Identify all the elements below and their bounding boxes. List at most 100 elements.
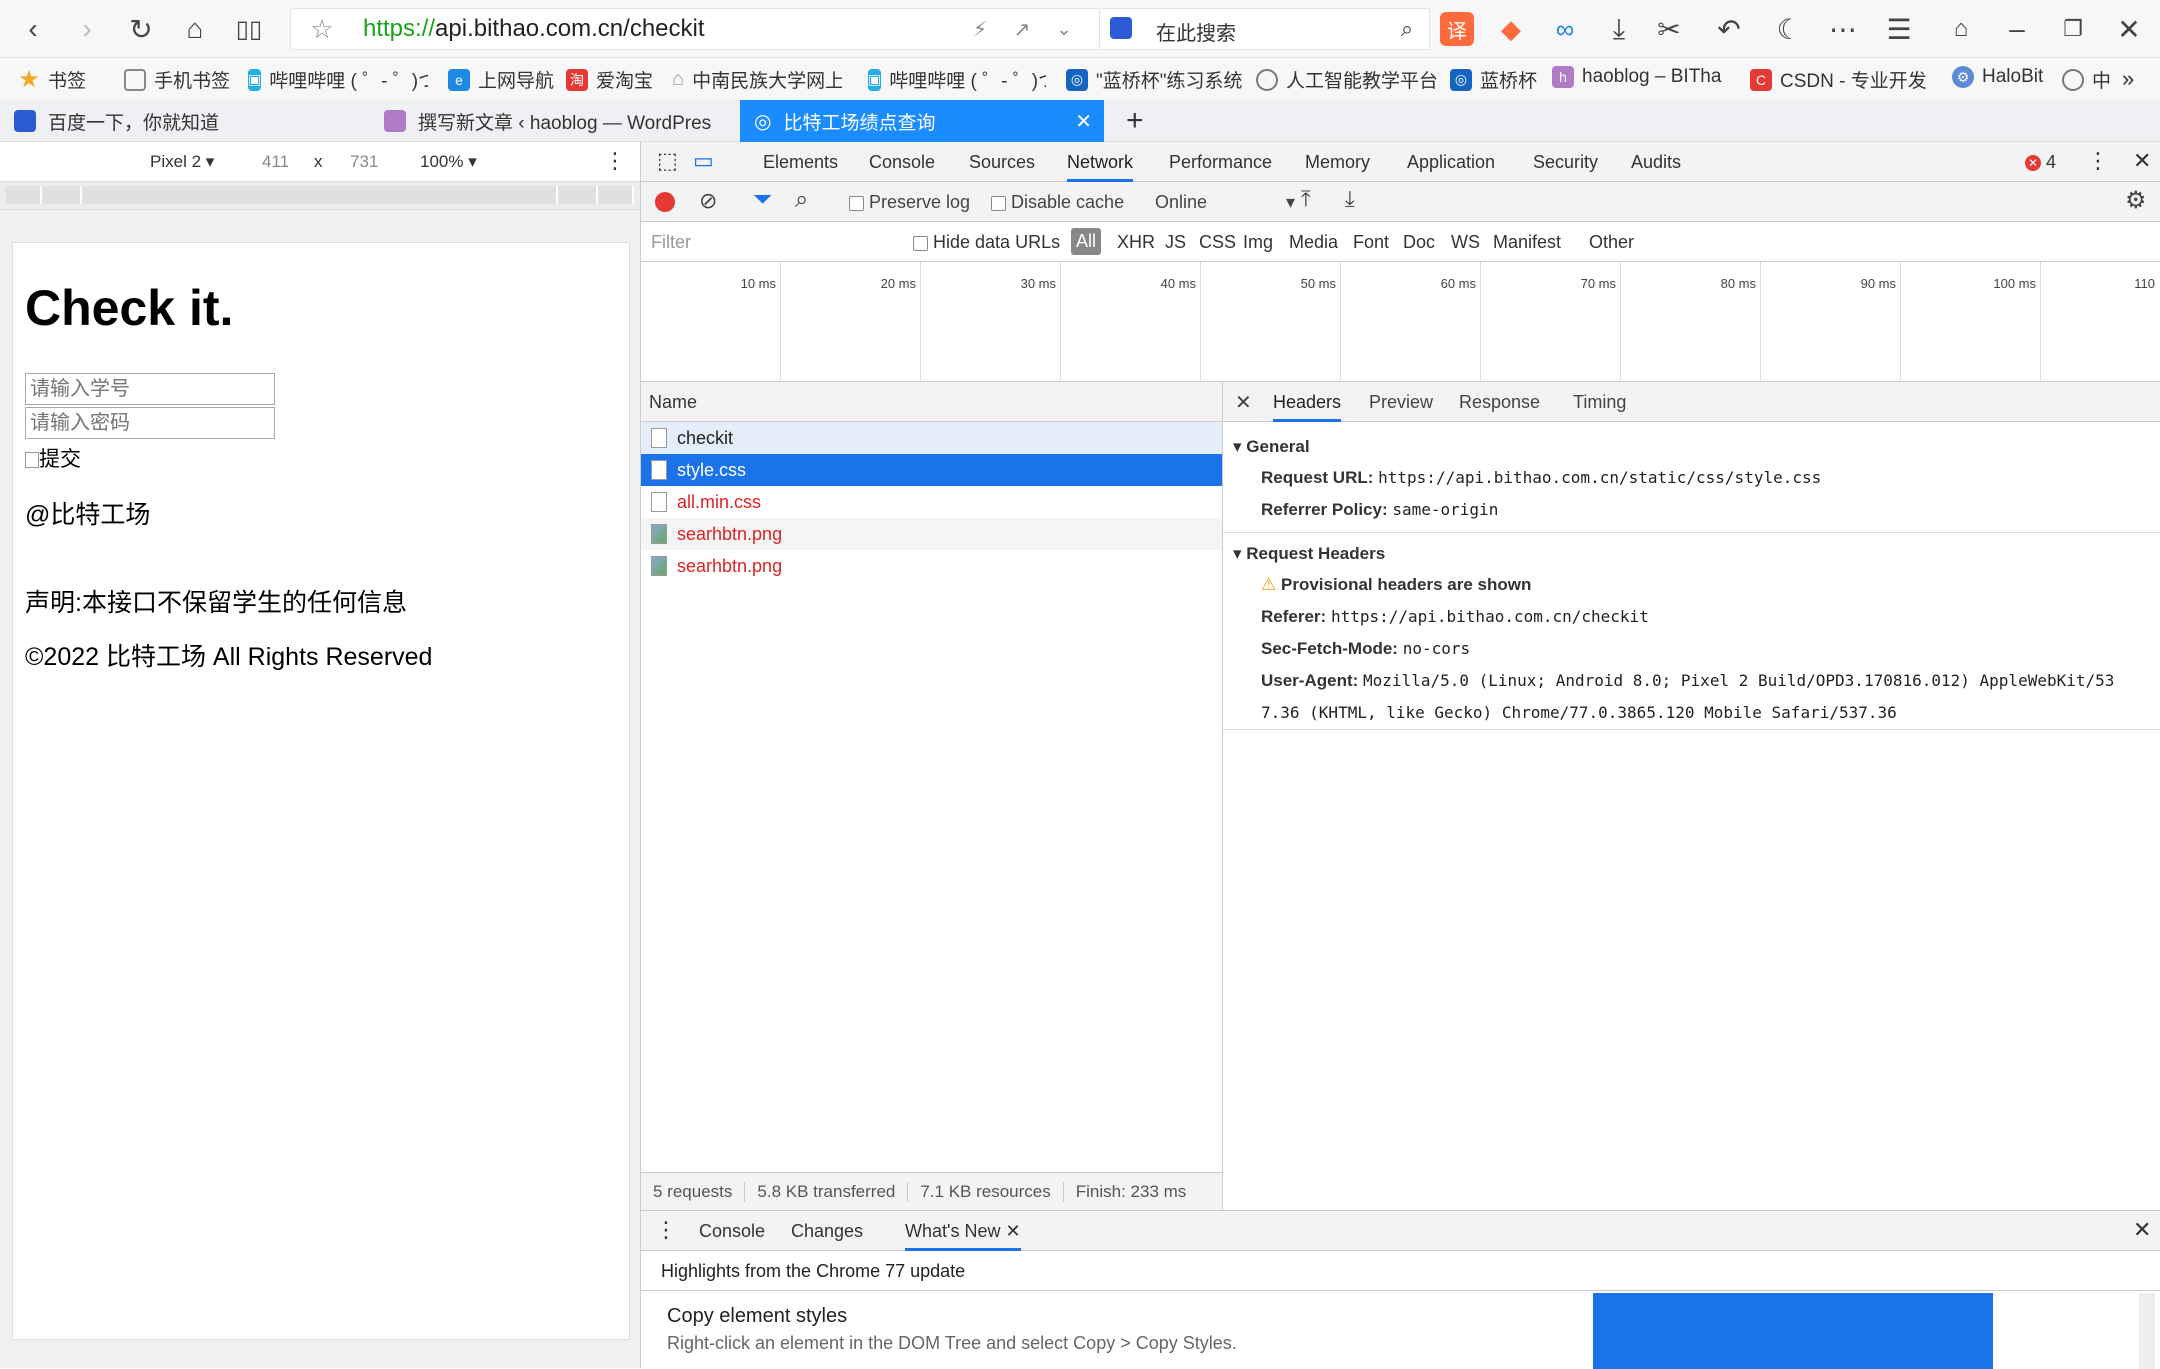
network-timeline-overview[interactable]: 10 ms 20 ms 30 ms 40 ms 50 ms 60 ms 70 m… — [641, 262, 2160, 382]
restore-icon[interactable]: ❐ — [2056, 12, 2090, 46]
error-badge[interactable]: ✕ 4 — [2025, 152, 2056, 173]
tab-audits[interactable]: Audits — [1631, 152, 1681, 173]
tab-network[interactable]: Network — [1067, 152, 1134, 182]
inspect-icon[interactable]: ⬚ — [657, 148, 678, 174]
close-tab-icon[interactable]: ✕ — [1075, 109, 1092, 134]
disable-cache-checkbox[interactable]: Disable cache — [991, 192, 1124, 213]
drawer-menu-icon[interactable]: ⋮ — [655, 1217, 677, 1243]
device-height[interactable]: 731 — [350, 152, 378, 172]
bookmark-item[interactable]: ◎ 蓝桥杯 — [1450, 66, 1537, 93]
search-icon[interactable]: ⌕ — [795, 186, 808, 214]
bookmark-item[interactable]: h haoblog – BITha — [1552, 66, 1732, 88]
settings-gear-icon[interactable]: ⚙ — [2125, 186, 2147, 215]
filter-media[interactable]: Media — [1289, 232, 1338, 253]
record-icon[interactable] — [655, 192, 675, 212]
bookmark-item[interactable]: ◎ "蓝桥杯"练习系统 — [1066, 66, 1243, 93]
close-devtools-icon[interactable]: ✕ — [2133, 148, 2151, 174]
device-toggle-icon[interactable]: ▭ — [693, 148, 714, 174]
bookmark-item[interactable]: ⚙ HaloBit — [1952, 66, 2043, 88]
filter-img[interactable]: Img — [1243, 232, 1273, 253]
close-details-icon[interactable]: ✕ — [1235, 390, 1252, 415]
export-har-icon[interactable]: ⤓ — [1345, 186, 1355, 212]
devtools-menu-icon[interactable]: ⋮ — [2087, 148, 2109, 174]
password-input[interactable] — [25, 407, 275, 439]
share-icon[interactable]: ↗ — [1005, 12, 1039, 46]
submit-button[interactable]: 提交 — [25, 443, 81, 473]
translate-icon[interactable]: 译 — [1440, 12, 1474, 46]
tab-console[interactable]: Console — [869, 152, 935, 173]
undo-icon[interactable]: ↶ — [1712, 12, 1746, 46]
game-icon[interactable]: ◆ — [1494, 12, 1528, 46]
tab-security[interactable]: Security — [1533, 152, 1598, 173]
tab-wordpress[interactable]: 撰写新文章 ‹ haoblog — WordPres — [370, 100, 740, 142]
request-row[interactable]: style.css — [641, 454, 1222, 486]
filter-all[interactable]: All — [1071, 228, 1102, 255]
bookmark-item[interactable]: e 上网导航 — [448, 66, 554, 93]
scrollbar[interactable] — [2139, 1293, 2155, 1369]
hide-data-urls-checkbox[interactable]: Hide data URLs — [913, 232, 1060, 253]
home-icon[interactable]: ⌂ — [178, 12, 212, 46]
tab-response[interactable]: Response — [1459, 392, 1540, 413]
tab-elements[interactable]: Elements — [763, 152, 838, 173]
filter-doc[interactable]: Doc — [1403, 232, 1435, 253]
bookmark-item[interactable]: 手机书签 — [124, 66, 230, 93]
filter-input[interactable]: Filter — [647, 228, 897, 256]
close-tab-icon[interactable]: ✕ — [1005, 1221, 1020, 1241]
moon-icon[interactable]: ☾ — [1772, 12, 1806, 46]
throttle-select[interactable]: Online ▾ — [1155, 192, 1295, 213]
more-icon[interactable]: ⋯ — [1826, 12, 1860, 46]
request-row[interactable]: all.min.css — [641, 486, 1222, 518]
filter-css[interactable]: CSS — [1199, 232, 1236, 253]
search-box[interactable]: 在此搜索 ⌕ — [1100, 8, 1430, 50]
drawer-tab-console[interactable]: Console — [699, 1221, 765, 1242]
minimize-icon[interactable]: – — [2000, 12, 2034, 46]
preserve-log-checkbox[interactable]: Preserve log — [849, 192, 970, 213]
zoom-select[interactable]: 100% ▾ — [420, 152, 477, 172]
device-width[interactable]: 411 — [262, 152, 289, 172]
tab-sources[interactable]: Sources — [969, 152, 1035, 173]
menu-icon[interactable]: ☰ — [1882, 12, 1916, 46]
close-drawer-icon[interactable]: ✕ — [2133, 1217, 2151, 1243]
lightning-icon[interactable]: ⚡ — [963, 12, 997, 46]
more-bookmarks-icon[interactable]: » — [2122, 66, 2134, 92]
request-row[interactable]: checkit — [641, 422, 1222, 454]
reload-icon[interactable]: ↻ — [124, 12, 158, 46]
filter-font[interactable]: Font — [1353, 232, 1389, 253]
tab-checkit[interactable]: ◎ 比特工场绩点查询 ✕ — [740, 100, 1104, 142]
filter-icon[interactable]: ⏷ — [753, 186, 772, 214]
bookmark-item[interactable]: ▣ 哔哩哔哩 ( ゜- ゜)つ — [248, 66, 428, 93]
bookmark-item[interactable]: 人工智能教学平台 — [1256, 66, 1438, 93]
tab-application[interactable]: Application — [1407, 152, 1495, 173]
tab-baidu[interactable]: 百度一下，你就知道 — [0, 100, 370, 142]
chevron-down-icon[interactable]: ⌄ — [1047, 12, 1081, 46]
import-har-icon[interactable]: ⤒ — [1301, 186, 1311, 212]
bookmark-item[interactable]: ▣ 哔哩哔哩 ( ゜- ゜)つ — [868, 66, 1046, 93]
general-section-toggle[interactable]: ▾ General — [1223, 432, 2160, 462]
bookmark-item[interactable]: ⌂ 中南民族大学网上 — [672, 66, 842, 93]
clear-icon[interactable]: ⊘ — [699, 188, 717, 214]
drawer-tab-whats-new[interactable]: What's New ✕ — [905, 1221, 1021, 1251]
tab-performance[interactable]: Performance — [1169, 152, 1272, 173]
device-select[interactable]: Pixel 2 ▾ — [150, 152, 214, 172]
scissors-icon[interactable]: ✂ — [1652, 12, 1686, 46]
tab-memory[interactable]: Memory — [1305, 152, 1370, 173]
student-id-input[interactable] — [25, 373, 275, 405]
filter-js[interactable]: JS — [1165, 232, 1186, 253]
bookmark-item[interactable]: 淘爱淘宝 — [566, 66, 653, 93]
shirt-icon[interactable]: ⌂ — [1944, 12, 1978, 46]
back-icon[interactable]: ‹ — [16, 12, 50, 46]
search-icon[interactable]: ⌕ — [1390, 12, 1424, 46]
request-row[interactable]: searhbtn.png — [641, 550, 1222, 582]
tab-timing[interactable]: Timing — [1573, 392, 1626, 413]
more-options-icon[interactable]: ⋮ — [604, 148, 626, 174]
star-icon[interactable]: ☆ — [305, 12, 339, 46]
close-window-icon[interactable]: ✕ — [2112, 12, 2146, 46]
name-column-header[interactable]: Name — [641, 382, 1222, 422]
address-bar[interactable]: ☆ https://api.bithao.com.cn/checkit ⚡ ↗ … — [290, 8, 1100, 50]
tab-preview[interactable]: Preview — [1369, 392, 1433, 413]
request-row[interactable]: searhbtn.png — [641, 518, 1222, 550]
bookmark-item[interactable]: C CSDN - 专业开发 — [1750, 66, 1928, 93]
filter-ws[interactable]: WS — [1451, 232, 1480, 253]
tab-headers[interactable]: Headers — [1273, 392, 1342, 422]
extension-icon[interactable]: ∞ — [1548, 12, 1582, 46]
